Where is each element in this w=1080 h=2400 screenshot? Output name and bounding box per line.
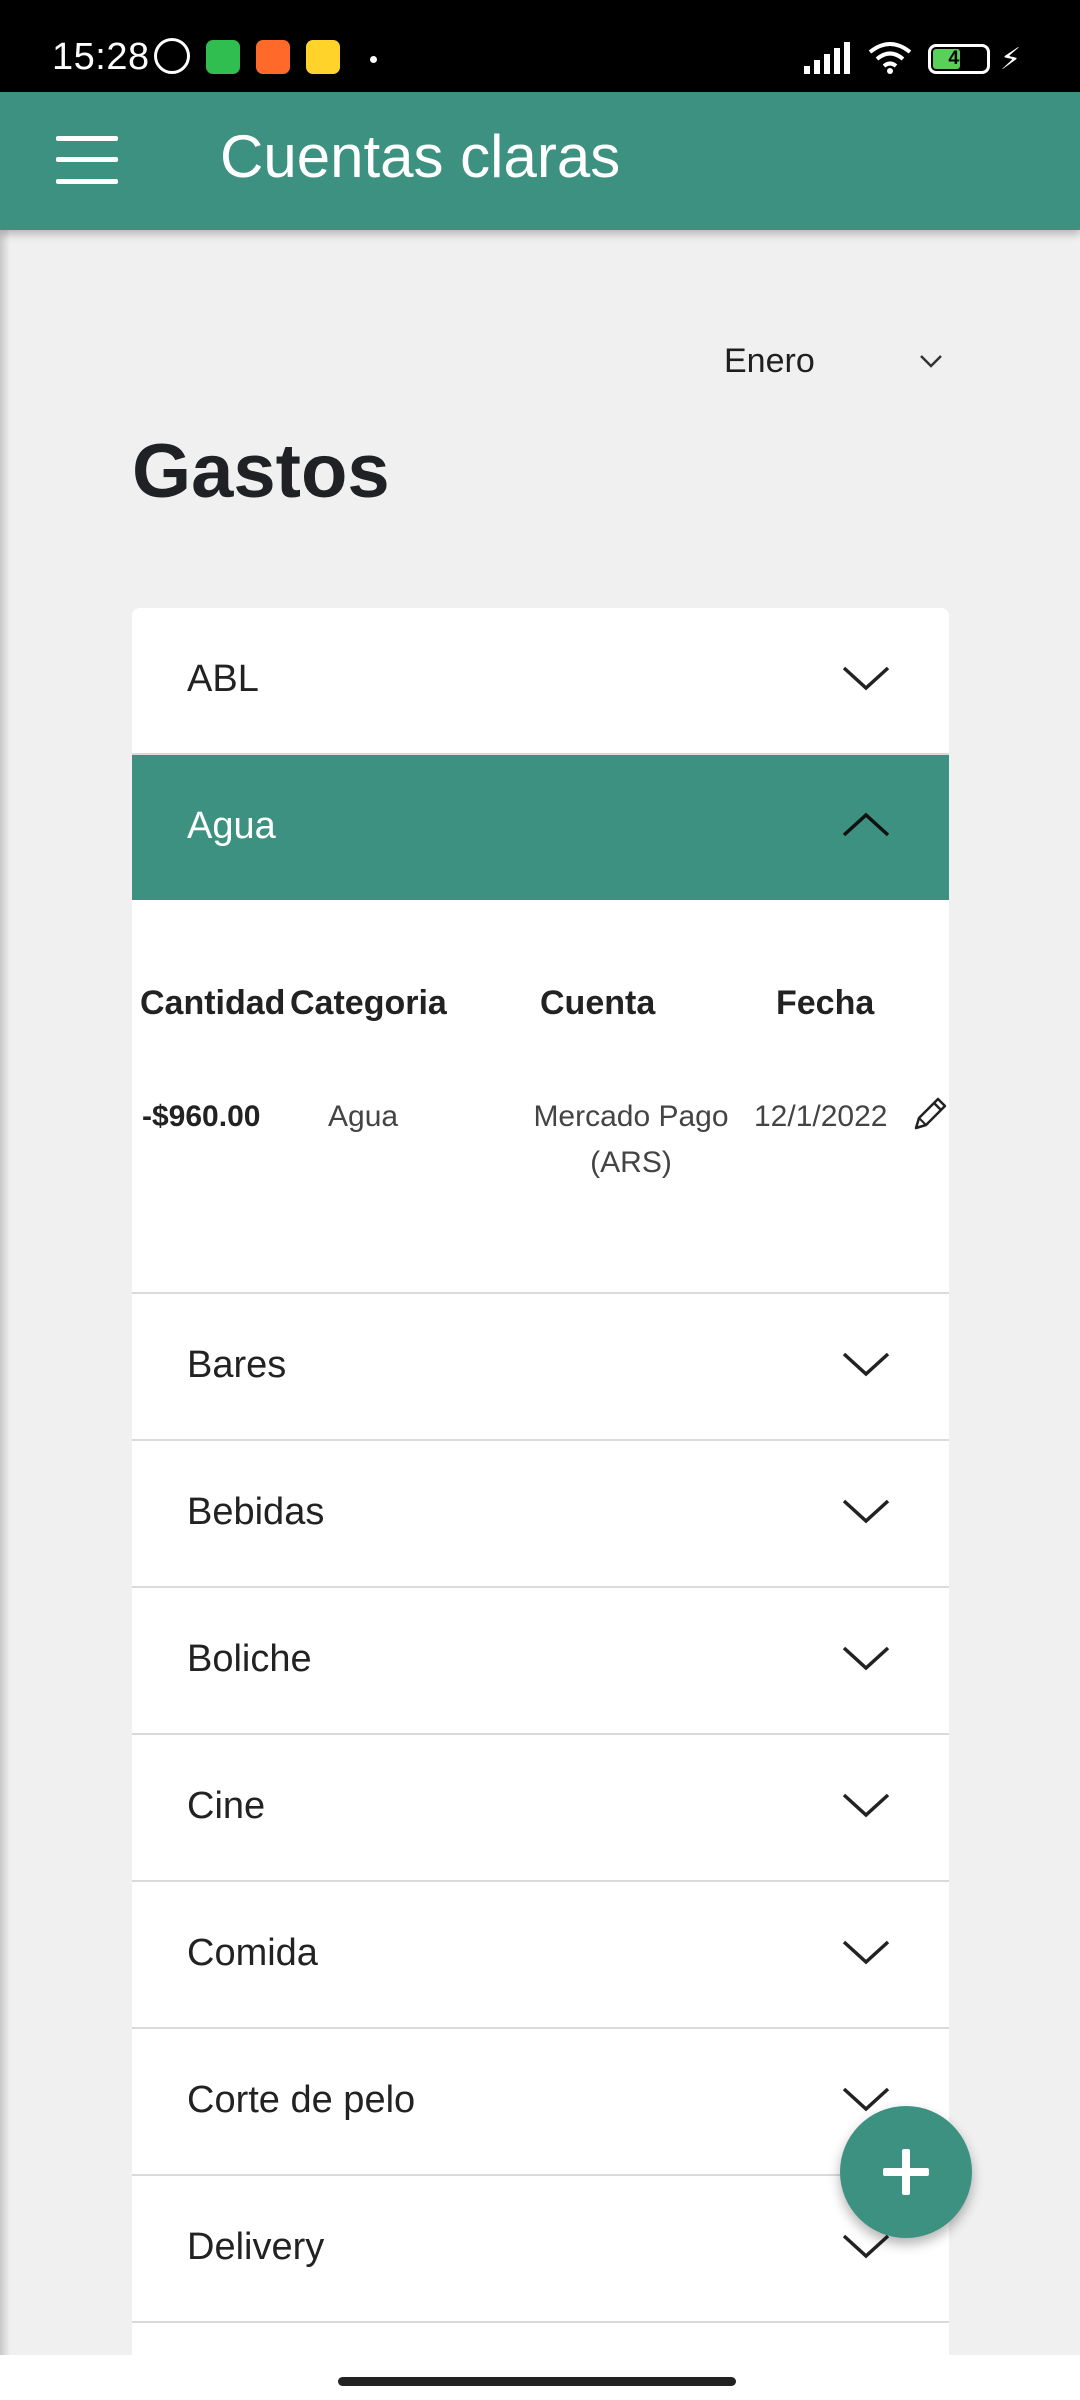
category-label: Boliche — [187, 1638, 312, 1680]
chevron-down-icon — [920, 355, 942, 368]
expense-amount: -$960.00 — [142, 1100, 261, 1133]
category-label: Delivery — [187, 2226, 325, 2268]
table-header-fecha: Fecha — [776, 984, 875, 1022]
expense-date: 12/1/2022 — [754, 1100, 888, 1133]
category-label: ABL — [187, 658, 259, 700]
app-title: Cuentas claras — [220, 123, 621, 190]
notification-dot — [370, 56, 377, 63]
chevron-down-icon — [842, 1352, 890, 1377]
chevron-down-icon — [842, 1499, 890, 1524]
chevron-up-icon — [842, 812, 890, 837]
expense-account-name: Mercado Pago — [533, 1100, 729, 1133]
home-indicator[interactable] — [338, 2377, 736, 2386]
status-bar: 15:28 48 ⚡ — [0, 0, 1080, 92]
expense-account: Mercado Pago (ARS) — [496, 1094, 766, 1186]
month-select[interactable]: Enero — [724, 338, 944, 388]
hamburger-menu-icon[interactable] — [56, 132, 118, 188]
add-expense-button[interactable] — [840, 2106, 972, 2238]
category-label: Bebidas — [187, 1491, 325, 1533]
category-label: Cine — [187, 1785, 266, 1827]
category-item-abl[interactable]: ABL — [132, 608, 949, 755]
plus-icon-vertical — [902, 2149, 910, 2195]
drawer-edge — [0, 230, 10, 2360]
app-bar: Cuentas claras — [0, 92, 1080, 230]
category-label: Comida — [187, 1932, 318, 1974]
charging-icon: ⚡ — [1000, 43, 1022, 76]
category-item-cine[interactable]: Cine — [132, 1735, 949, 1882]
category-label: Corte de pelo — [187, 2079, 416, 2121]
month-select-value: Enero — [724, 342, 815, 380]
category-item-agua[interactable]: Agua — [132, 755, 949, 900]
category-item-delivery[interactable]: Delivery — [132, 2176, 949, 2323]
video-app-icon — [256, 40, 290, 74]
category-item-corte-de-pelo[interactable]: Corte de pelo — [132, 2029, 949, 2176]
battery-icon: 48 — [928, 44, 990, 74]
whatsapp-icon — [206, 40, 240, 74]
category-label: Agua — [187, 805, 276, 847]
category-accordion: ABL Agua Cantidad Categoria Cuenta Fecha… — [132, 608, 949, 2383]
category-label: Bares — [187, 1344, 287, 1386]
category-panel-agua: Cantidad Categoria Cuenta Fecha -$960.00… — [132, 900, 949, 1294]
pencil-edit-icon[interactable] — [910, 1094, 950, 1134]
chevron-down-icon — [842, 1793, 890, 1818]
category-item-boliche[interactable]: Boliche — [132, 1588, 949, 1735]
alarm-icon — [154, 38, 190, 74]
battery-level: 48 — [948, 48, 970, 69]
table-header-cuenta: Cuenta — [540, 984, 656, 1022]
chevron-down-icon — [842, 1940, 890, 1965]
chevron-down-icon — [842, 666, 890, 691]
expense-category: Agua — [328, 1100, 399, 1133]
category-item-comida[interactable]: Comida — [132, 1882, 949, 2029]
category-item-bares[interactable]: Bares — [132, 1294, 949, 1441]
category-item-bebidas[interactable]: Bebidas — [132, 1441, 949, 1588]
status-time: 15:28 — [52, 36, 150, 78]
table-header-cantidad: Cantidad — [140, 984, 286, 1022]
page-title: Gastos — [132, 429, 390, 514]
signal-icon — [804, 42, 850, 74]
table-header-categoria: Categoria — [290, 984, 447, 1022]
smiley-app-icon — [306, 40, 340, 74]
navigation-bar — [0, 2355, 1080, 2400]
wifi-icon — [868, 42, 912, 74]
chevron-down-icon — [842, 1646, 890, 1671]
expense-account-currency: (ARS) — [590, 1146, 672, 1179]
